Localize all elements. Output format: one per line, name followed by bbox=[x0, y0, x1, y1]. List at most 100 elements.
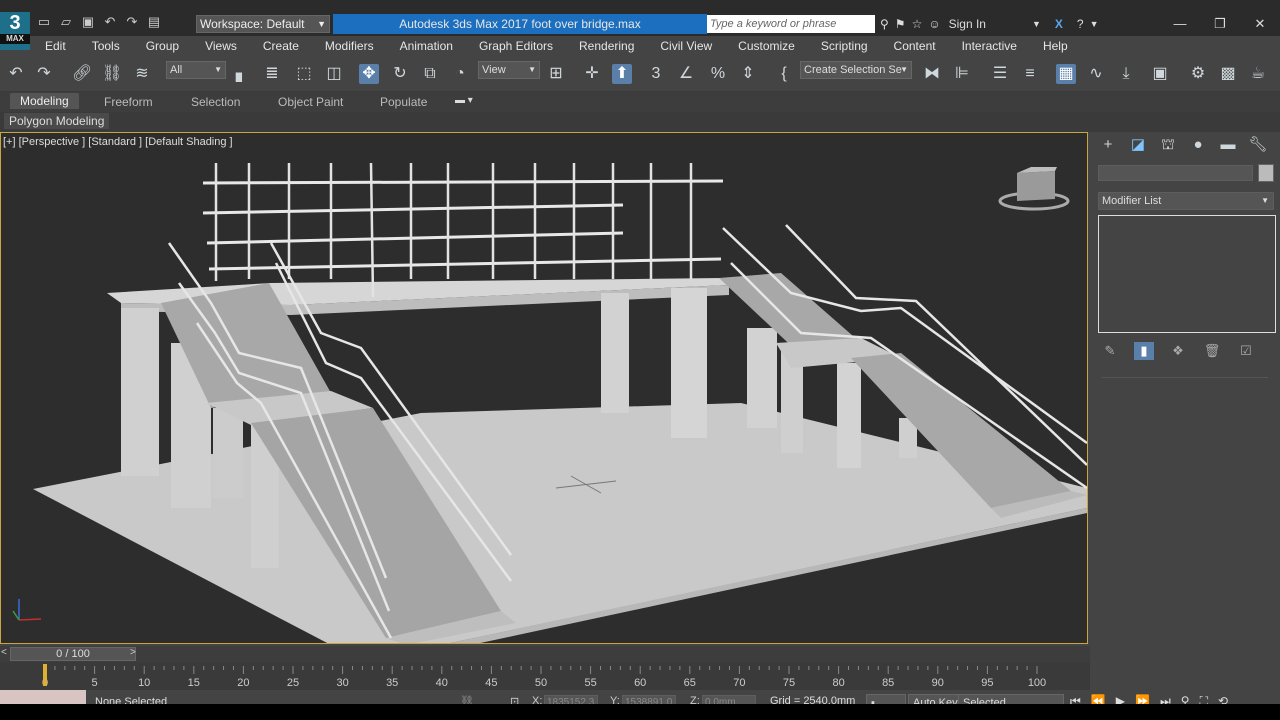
menu-edit[interactable]: Edit bbox=[32, 36, 79, 56]
configure-modifier-sets-icon[interactable]: ☑ bbox=[1236, 342, 1256, 360]
help-dropdown-icon[interactable]: ▼ bbox=[1090, 19, 1099, 29]
subscription-icon[interactable]: ⚑ bbox=[895, 17, 906, 31]
show-end-result-icon[interactable]: ▮ bbox=[1134, 342, 1154, 360]
menu-group[interactable]: Group bbox=[133, 36, 192, 56]
menu-tools[interactable]: Tools bbox=[79, 36, 133, 56]
named-selection-sets-dropdown[interactable]: Create Selection Se ▼ bbox=[800, 61, 912, 79]
tab-object-paint[interactable]: Object Paint bbox=[278, 95, 343, 109]
window-crossing-icon[interactable]: ◫ bbox=[324, 64, 344, 84]
rotate-icon[interactable]: ↻ bbox=[390, 64, 410, 84]
hierarchy-icon[interactable]: ⛫ bbox=[1158, 136, 1178, 154]
minimize-icon[interactable]: — bbox=[1160, 14, 1200, 34]
ribbon-options-icon[interactable]: ▬ ▾ bbox=[455, 95, 473, 106]
app-logo[interactable]: 3 MAX bbox=[0, 12, 30, 50]
percent-snap-icon[interactable]: % bbox=[708, 64, 728, 84]
menu-animation[interactable]: Animation bbox=[387, 36, 466, 56]
schematic-view-icon[interactable]: ⤓ bbox=[1116, 64, 1136, 84]
modify-icon[interactable]: ◪ bbox=[1128, 136, 1148, 154]
workspace-dropdown[interactable]: Workspace: Default ▼ bbox=[196, 15, 330, 33]
tab-populate[interactable]: Populate bbox=[380, 95, 427, 109]
utilities-icon[interactable]: 🔧︎ bbox=[1248, 136, 1268, 154]
make-unique-icon[interactable]: ❖ bbox=[1168, 342, 1188, 360]
new-file-icon[interactable]: ▭ bbox=[36, 14, 52, 30]
restore-icon[interactable]: ❐ bbox=[1200, 14, 1240, 34]
help-icon[interactable]: ? bbox=[1077, 17, 1084, 31]
render-production-icon[interactable]: ☕︎ bbox=[1248, 64, 1268, 84]
select-by-name-icon[interactable]: ≣ bbox=[262, 64, 282, 84]
select-object-icon[interactable]: ▖ bbox=[232, 64, 252, 84]
sign-in-button[interactable]: Sign In bbox=[949, 17, 986, 31]
menu-rendering[interactable]: Rendering bbox=[566, 36, 647, 56]
pivot-center-icon[interactable]: ⊞ bbox=[546, 64, 566, 84]
ribbon-toggle-icon[interactable]: ▦ bbox=[1056, 64, 1076, 84]
redo-icon[interactable]: ↷ bbox=[34, 64, 54, 84]
time-slider[interactable]: 0 / 100 bbox=[10, 647, 136, 661]
next-frame-icon[interactable]: > bbox=[130, 647, 136, 658]
align-icon[interactable]: ⊫ bbox=[952, 64, 972, 84]
curve-editor-icon[interactable]: ∿ bbox=[1086, 64, 1106, 84]
project-folder-icon[interactable]: ▤ bbox=[146, 14, 162, 30]
angle-snap-icon[interactable]: ∠ bbox=[676, 64, 696, 84]
place-icon[interactable]: ◔ bbox=[450, 64, 470, 84]
material-editor-icon[interactable]: ▣ bbox=[1150, 64, 1170, 84]
remove-modifier-icon[interactable]: 🗑︎ bbox=[1202, 342, 1222, 360]
menu-views[interactable]: Views bbox=[192, 36, 250, 56]
motion-icon[interactable]: ● bbox=[1188, 136, 1208, 154]
move-icon[interactable]: ✥ bbox=[359, 64, 379, 84]
close-icon[interactable]: ✕ bbox=[1240, 14, 1280, 34]
viewcube-icon[interactable] bbox=[998, 167, 1070, 211]
open-file-icon[interactable]: ▱ bbox=[58, 14, 74, 30]
link-icon[interactable]: 🔗︎ bbox=[72, 64, 92, 84]
selection-filter-dropdown[interactable]: All ▼ bbox=[166, 61, 226, 79]
rectangular-selection-icon[interactable]: ⬚ bbox=[294, 64, 314, 84]
current-frame-marker[interactable] bbox=[43, 664, 47, 686]
tab-modeling[interactable]: Modeling bbox=[10, 93, 79, 109]
track-bar[interactable]: 0510152025303540455055606570758085909510… bbox=[0, 662, 1090, 690]
polygon-modeling-label[interactable]: Polygon Modeling bbox=[4, 113, 110, 129]
select-manipulate-icon[interactable]: ✛ bbox=[582, 64, 602, 84]
save-icon[interactable]: ▣ bbox=[80, 14, 96, 30]
modifier-stack[interactable] bbox=[1098, 215, 1276, 333]
reference-coordinate-dropdown[interactable]: View ▼ bbox=[478, 61, 540, 79]
menu-civil-view[interactable]: Civil View bbox=[647, 36, 725, 56]
tab-freeform[interactable]: Freeform bbox=[104, 95, 153, 109]
pin-stack-icon[interactable]: ✎ bbox=[1100, 342, 1120, 360]
binoculars-icon[interactable]: ⚲ bbox=[880, 17, 889, 31]
menu-create[interactable]: Create bbox=[250, 36, 312, 56]
perspective-viewport[interactable]: [+] [Perspective ] [Standard ] [Default … bbox=[0, 132, 1088, 644]
menu-help[interactable]: Help bbox=[1030, 36, 1081, 56]
scale-icon[interactable]: ⧉ bbox=[420, 64, 440, 84]
search-input[interactable]: Type a keyword or phrase bbox=[707, 15, 875, 33]
create-icon[interactable]: + bbox=[1098, 136, 1118, 154]
object-color-swatch[interactable] bbox=[1258, 164, 1274, 182]
unlink-icon[interactable]: ⛓︎ bbox=[102, 64, 122, 84]
display-icon[interactable]: ▬ bbox=[1218, 136, 1238, 154]
undo-icon[interactable]: ↶ bbox=[102, 14, 118, 30]
viewport-label[interactable]: [+] [Perspective ] [Standard ] [Default … bbox=[3, 136, 233, 148]
menu-customize[interactable]: Customize bbox=[725, 36, 808, 56]
spinner-snap-icon[interactable]: ⇕ bbox=[738, 64, 758, 84]
chevron-down-icon[interactable]: ▼ bbox=[1032, 19, 1041, 29]
menu-interactive[interactable]: Interactive bbox=[949, 36, 1030, 56]
object-name-field[interactable] bbox=[1098, 165, 1253, 181]
exchange-icon[interactable]: X bbox=[1055, 17, 1063, 31]
redo-icon[interactable]: ↷ bbox=[124, 14, 140, 30]
menu-modifiers[interactable]: Modifiers bbox=[312, 36, 387, 56]
mirror-icon[interactable]: ⧓ bbox=[922, 64, 942, 84]
undo-icon[interactable]: ↶ bbox=[6, 64, 26, 84]
snaps-toggle-icon[interactable]: 3 bbox=[646, 64, 666, 84]
menu-graph-editors[interactable]: Graph Editors bbox=[466, 36, 566, 56]
scene-explorer-icon[interactable]: ☰ bbox=[990, 64, 1010, 84]
rendered-frame-icon[interactable]: ▩ bbox=[1218, 64, 1238, 84]
layer-explorer-icon[interactable]: ≡ bbox=[1020, 64, 1040, 84]
menu-scripting[interactable]: Scripting bbox=[808, 36, 881, 56]
bind-space-warp-icon[interactable]: ≋ bbox=[132, 64, 152, 84]
edit-named-selection-icon[interactable]: { bbox=[774, 64, 794, 84]
user-icon[interactable]: ☺ bbox=[928, 17, 940, 31]
render-setup-icon[interactable]: ⚙ bbox=[1188, 64, 1208, 84]
favorites-star-icon[interactable]: ☆ bbox=[912, 17, 923, 31]
tab-selection[interactable]: Selection bbox=[191, 95, 240, 109]
menu-content[interactable]: Content bbox=[881, 36, 949, 56]
modifier-list-dropdown[interactable]: Modifier List ▼ bbox=[1098, 192, 1274, 210]
prev-frame-icon[interactable]: < bbox=[1, 647, 7, 658]
